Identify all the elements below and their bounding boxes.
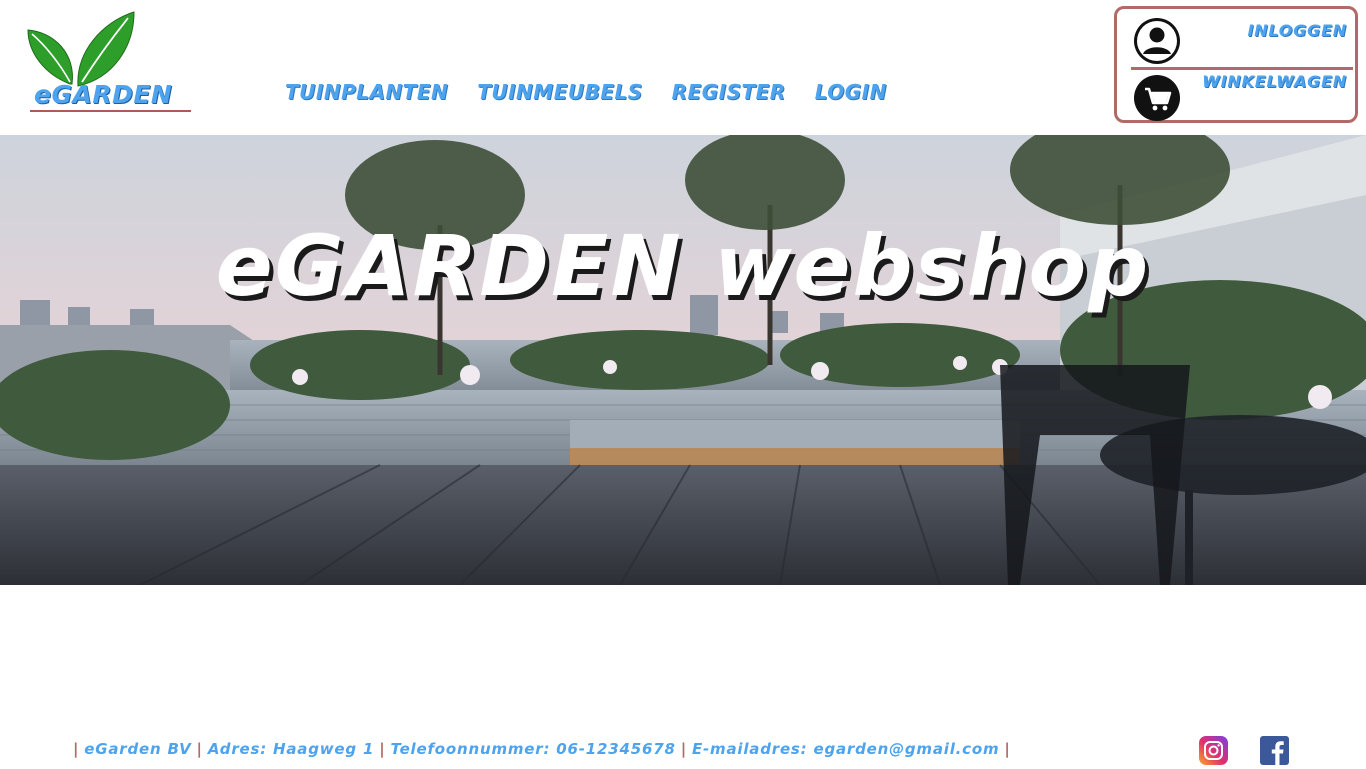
account-box: INLOGGEN WINKELWAGEN xyxy=(1114,6,1358,123)
footer-separator: | xyxy=(379,740,386,758)
footer-address: Adres: Haagweg 1 xyxy=(207,740,375,758)
nav-item-register[interactable]: REGISTER xyxy=(672,80,786,104)
footer-separator: | xyxy=(73,740,80,758)
cart-icon[interactable] xyxy=(1134,75,1180,121)
nav-item-tuinplanten[interactable]: TUINPLANTEN xyxy=(285,80,448,104)
footer-contact: | eGarden BV | Adres: Haagweg 1 | Telefoonnum… xyxy=(68,740,1016,758)
hero-garden-image xyxy=(0,135,1366,585)
account-divider xyxy=(1131,67,1353,70)
footer-separator: | xyxy=(1004,740,1011,758)
instagram-icon[interactable] xyxy=(1199,736,1228,765)
winkelwagen-link[interactable]: WINKELWAGEN xyxy=(1202,72,1347,91)
hero-title: eGARDEN webshop xyxy=(215,217,1151,315)
facebook-icon[interactable] xyxy=(1260,736,1289,765)
user-icon[interactable] xyxy=(1134,18,1180,64)
footer-email: E-mailadres: egarden@gmail.com xyxy=(691,740,1000,758)
logo-underline xyxy=(30,110,191,112)
footer-company: eGarden BV xyxy=(84,740,192,758)
footer-phone: Telefoonnummer: 06-12345678 xyxy=(390,740,676,758)
site-footer: | eGarden BV | Adres: Haagweg 1 | Telefoonnum… xyxy=(0,728,1366,768)
main-nav: TUINPLANTEN TUINMEUBELS REGISTER LOGIN xyxy=(285,80,887,104)
hero-banner: eGARDEN webshop xyxy=(0,135,1366,585)
footer-separator: | xyxy=(196,740,203,758)
nav-item-tuinmeubels[interactable]: TUINMEUBELS xyxy=(477,80,642,104)
nav-item-login[interactable]: LOGIN xyxy=(815,80,887,104)
site-header: eGARDEN TUINPLANTEN TUINMEUBELS REGISTER… xyxy=(0,0,1366,135)
logo-text: eGARDEN xyxy=(34,80,173,109)
footer-separator: | xyxy=(680,740,687,758)
inloggen-link[interactable]: INLOGGEN xyxy=(1247,21,1347,40)
